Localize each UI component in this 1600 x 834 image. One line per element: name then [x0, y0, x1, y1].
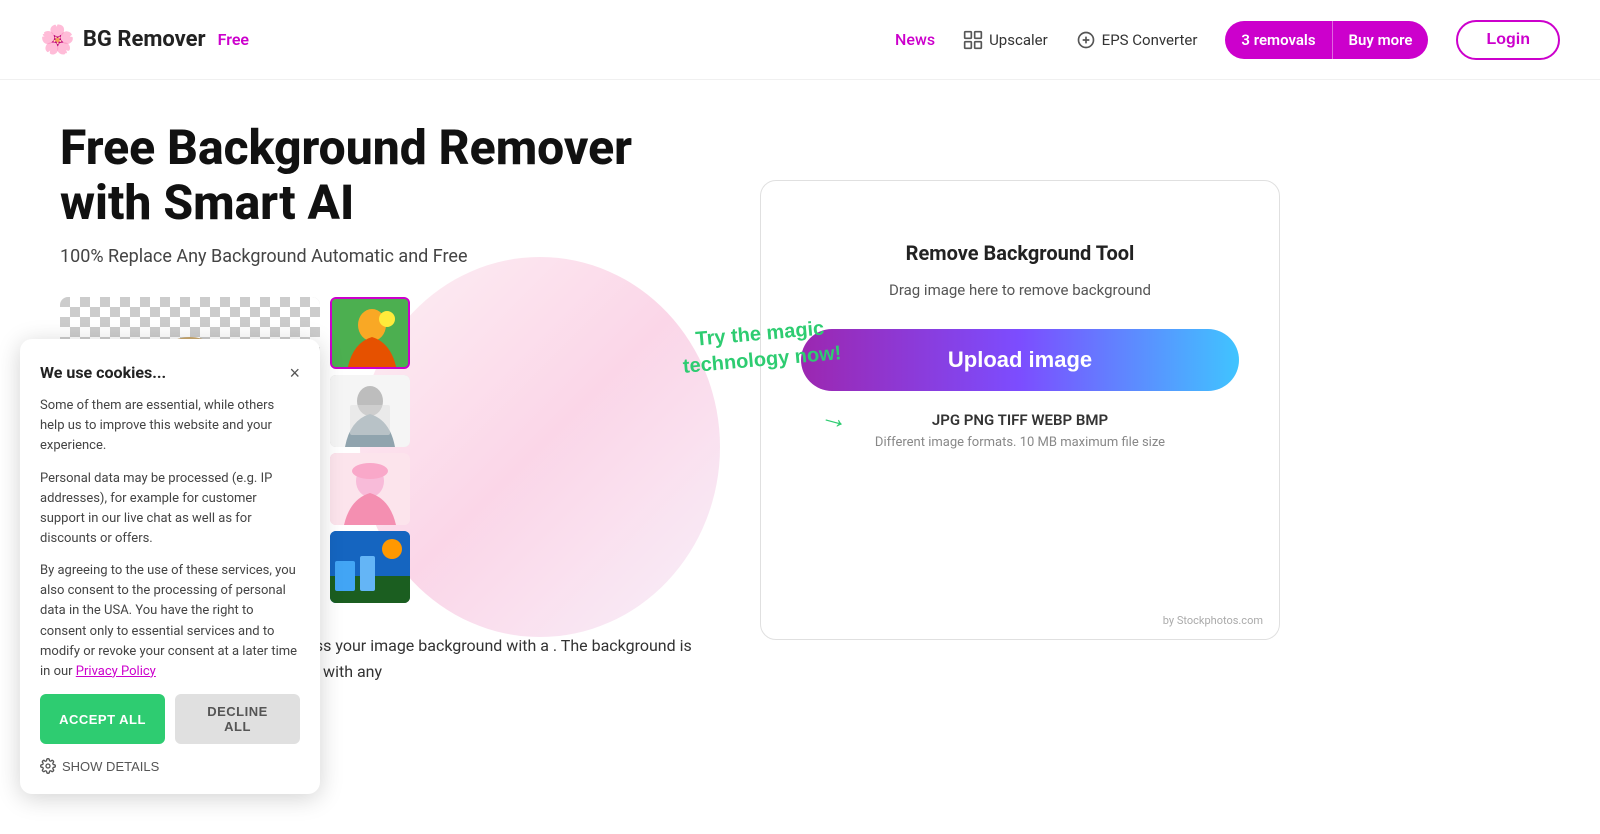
right-panel: Try the magic technology now! → Remove B… — [760, 120, 1280, 685]
thumbnail-3[interactable] — [330, 453, 410, 525]
upload-card: Try the magic technology now! → Remove B… — [760, 180, 1280, 640]
cookie-actions: ACCEPT ALL DECLINE ALL — [40, 694, 300, 744]
hero-subtitle: 100% Replace Any Background Automatic an… — [60, 246, 720, 267]
header: 🌸 BG Remover Free News Upscaler EPS Conv… — [0, 0, 1600, 80]
eps-icon — [1076, 30, 1096, 50]
thumbnail-2[interactable] — [330, 375, 410, 447]
logo-icon: 🌸 — [40, 23, 75, 56]
privacy-policy-link[interactable]: Privacy Policy — [76, 664, 156, 679]
upscaler-icon — [963, 30, 983, 50]
nav-news-link[interactable]: News — [895, 30, 935, 49]
thumbnail-1[interactable] — [330, 297, 410, 369]
supported-formats: JPG PNG TIFF WEBP BMP — [801, 411, 1239, 429]
upload-card-subtitle: Drag image here to remove background — [801, 281, 1239, 299]
cookie-text-2: Personal data may be processed (e.g. IP … — [40, 469, 300, 550]
thumbnail-4[interactable] — [330, 531, 410, 603]
decline-all-button[interactable]: DECLINE ALL — [175, 694, 300, 744]
nav-upscaler-link[interactable]: Upscaler — [963, 30, 1048, 50]
nav: News Upscaler EPS Converter 3 removals B… — [895, 20, 1560, 60]
login-button[interactable]: Login — [1456, 20, 1560, 60]
pink-bg-decoration — [360, 257, 720, 637]
thumbnail-grid — [330, 297, 410, 603]
stockphotos-credit: by Stockphotos.com — [1163, 614, 1263, 627]
cookie-title: We use cookies... — [40, 363, 166, 382]
cookie-banner: We use cookies... × Some of them are ess… — [20, 339, 320, 794]
logo-free-badge: Free — [218, 30, 249, 49]
removals-button[interactable]: 3 removals Buy more — [1225, 21, 1428, 59]
hero-title: Free Background Remover with Smart AI — [60, 120, 720, 230]
cookie-text-3: By agreeing to the use of these services… — [40, 561, 300, 682]
eps-label: EPS Converter — [1102, 31, 1198, 49]
gear-icon — [40, 758, 56, 774]
logo-area: 🌸 BG Remover Free — [40, 23, 249, 56]
magic-arrow: → — [817, 398, 853, 437]
cookie-text-1: Some of them are essential, while others… — [40, 396, 300, 456]
cookie-close-button[interactable]: × — [289, 364, 300, 382]
upscaler-label: Upscaler — [989, 31, 1048, 49]
upload-card-title: Remove Background Tool — [801, 241, 1239, 265]
format-note: Different image formats. 10 MB maximum f… — [801, 435, 1239, 450]
accept-all-button[interactable]: ACCEPT ALL — [40, 694, 165, 744]
upload-image-button[interactable]: Upload image — [801, 329, 1239, 391]
buy-more-label: Buy more — [1333, 21, 1429, 59]
removals-count: 3 removals — [1225, 21, 1332, 59]
show-details-label: SHOW DETAILS — [62, 759, 159, 774]
cookie-header: We use cookies... × — [40, 363, 300, 382]
nav-eps-link[interactable]: EPS Converter — [1076, 30, 1198, 50]
show-details-button[interactable]: SHOW DETAILS — [40, 758, 159, 774]
logo-text: BG Remover — [83, 27, 206, 52]
